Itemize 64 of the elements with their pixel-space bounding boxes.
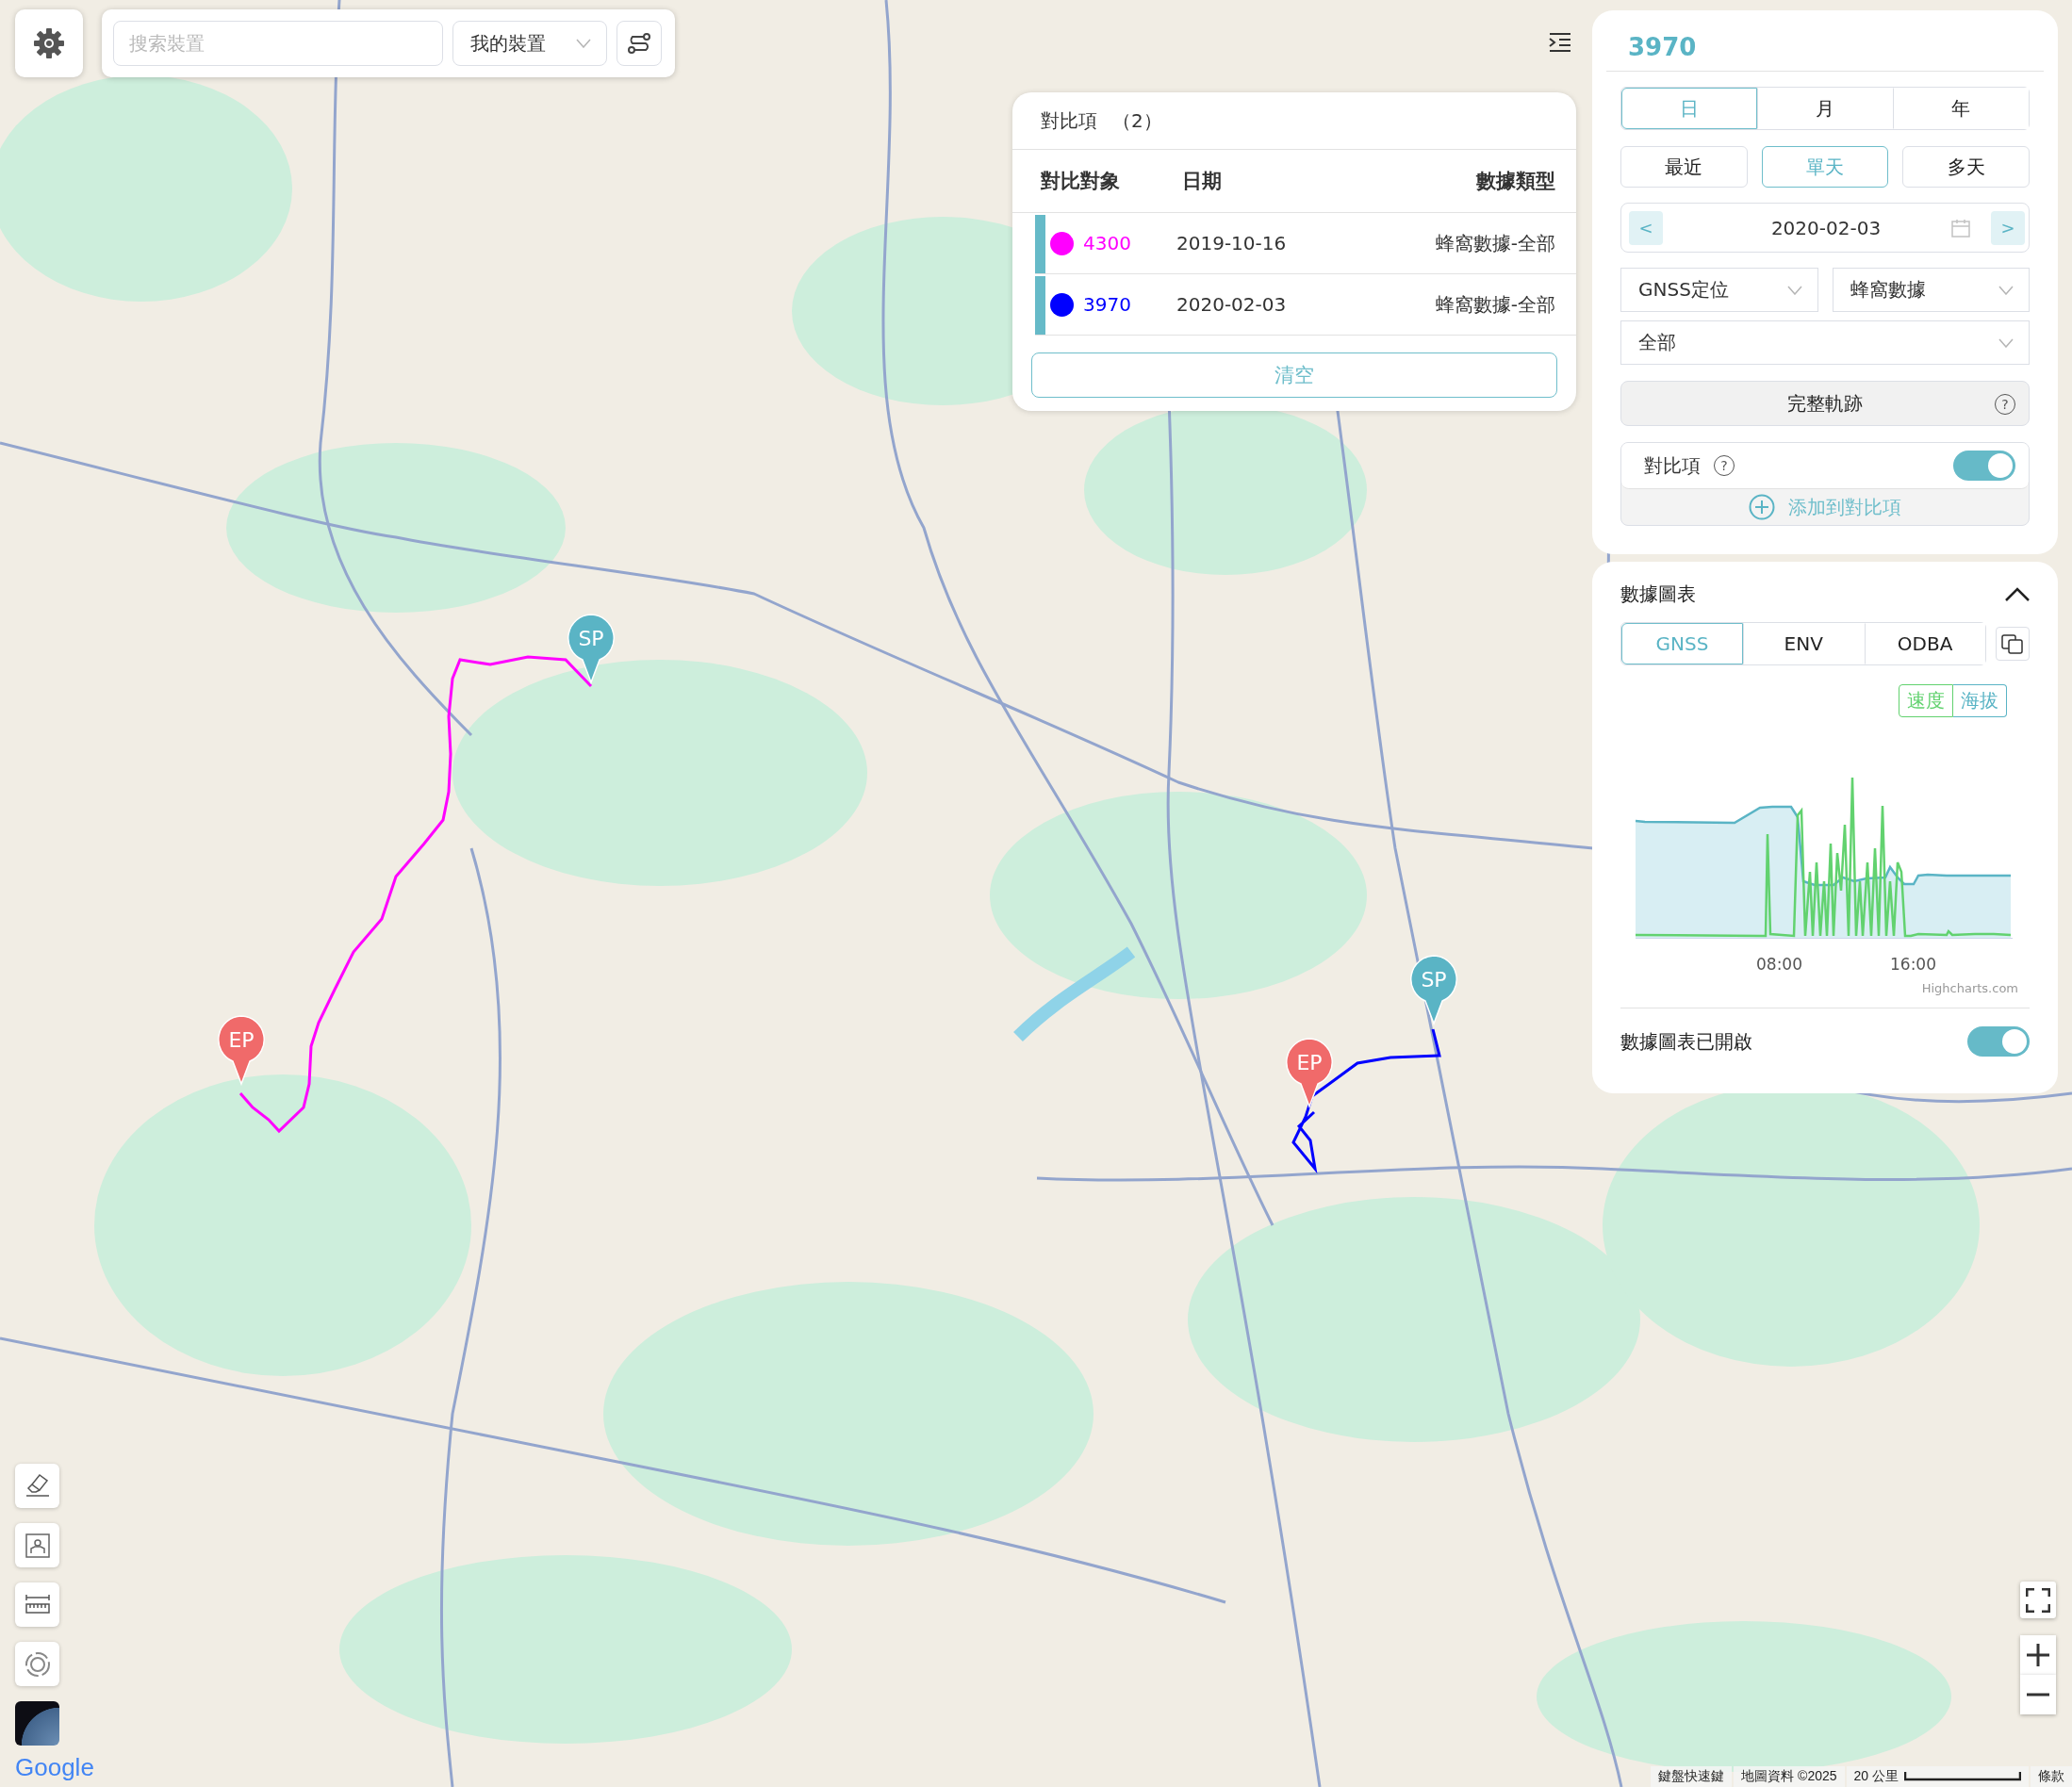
map-tool-button[interactable] [15,1464,59,1508]
column-header: 數據類型 [1476,169,1555,194]
column-header: 對比對象 [1041,169,1121,194]
attribution-link[interactable]: 地圖資料 ©2025 [1734,1766,1845,1787]
list-indent-icon[interactable] [1548,32,1572,53]
copy-icon [2001,633,2025,654]
device-name[interactable]: 3970 [1083,293,1131,316]
end-pin: EP [216,1014,267,1086]
period-tab[interactable]: 年 [1893,88,2029,129]
axis-label: 16:00 [1890,955,1936,974]
compare-view-button[interactable] [1996,627,2030,661]
chevron-down-icon [1998,285,2014,295]
panel-title: 對比項 [1041,107,1097,134]
row-indicator [1035,215,1045,273]
settings-button[interactable] [15,9,83,77]
search-field[interactable]: 搜索裝置 [113,21,443,66]
toggle-switch[interactable] [1953,451,2015,481]
chevron-down-icon [1998,337,2014,348]
chevron-down-icon [576,39,591,48]
chart-tab[interactable]: ODBA [1864,623,1986,664]
route-icon [627,33,651,54]
panel-title: 數據圖表 [1620,581,1696,607]
range-tab[interactable]: 最近 [1620,146,1748,188]
row-indicator [1035,276,1045,335]
item-count: （2） [1112,107,1162,134]
map-tool-button[interactable] [15,1642,59,1686]
start-pin: SP [566,613,617,684]
satellite-view-button[interactable] [15,1701,59,1746]
zoom-in-button[interactable] [2020,1635,2056,1675]
column-header: 日期 [1182,169,1223,194]
zoom-out-button[interactable] [2020,1675,2056,1714]
scale-label: 20 公里 [1853,1768,1899,1785]
dropdown[interactable]: 蜂窩數據 [1832,268,2030,312]
axis-label: 08:00 [1756,955,1802,974]
compare-label: 對比項 [1644,452,1701,479]
caret-up-icon[interactable] [2005,586,2030,601]
attribution-link[interactable]: 鍵盤快速鍵 [1651,1766,1733,1787]
terms-link[interactable]: 條款 [2031,1766,2072,1787]
minus-icon [2026,1693,2050,1697]
plus-circle-icon [1749,494,1775,520]
dropdown[interactable]: 全部 [1620,320,2030,365]
chart-status-label: 數據圖表已開啟 [1620,1028,1752,1055]
chevron-down-icon [1786,285,1802,295]
fullscreen-icon [2026,1587,2050,1613]
plus-icon [2026,1643,2050,1667]
map-tool-button[interactable] [15,1523,59,1567]
end-pin: EP [1284,1037,1335,1108]
fullscreen-button[interactable] [2020,1582,2056,1618]
table-cell-text: 2019-10-16 [1176,232,1288,254]
route-filter-button[interactable] [617,21,662,66]
range-tab[interactable]: 多天 [1902,146,2030,188]
map-logo: Google [15,1753,94,1782]
table-cell: 蜂窩數據-全部 [1435,291,1555,318]
device-title: 3970 [1627,32,1698,63]
settings-icon [32,26,66,60]
toggle-switch[interactable] [1967,1026,2030,1057]
full-track-button[interactable]: 完整軌跡 ? [1620,381,2030,426]
scale-bar-icon [1904,1772,2021,1781]
device-dropdown[interactable]: 我的裝置 [452,21,607,66]
map-tool-button[interactable] [15,1582,59,1627]
table-cell-text: 2020-02-03 [1176,293,1288,316]
dropdown[interactable]: GNSS定位 [1620,268,1818,312]
start-pin: SP [1408,954,1459,1025]
table-cell: 蜂窩數據-全部 [1435,230,1555,256]
